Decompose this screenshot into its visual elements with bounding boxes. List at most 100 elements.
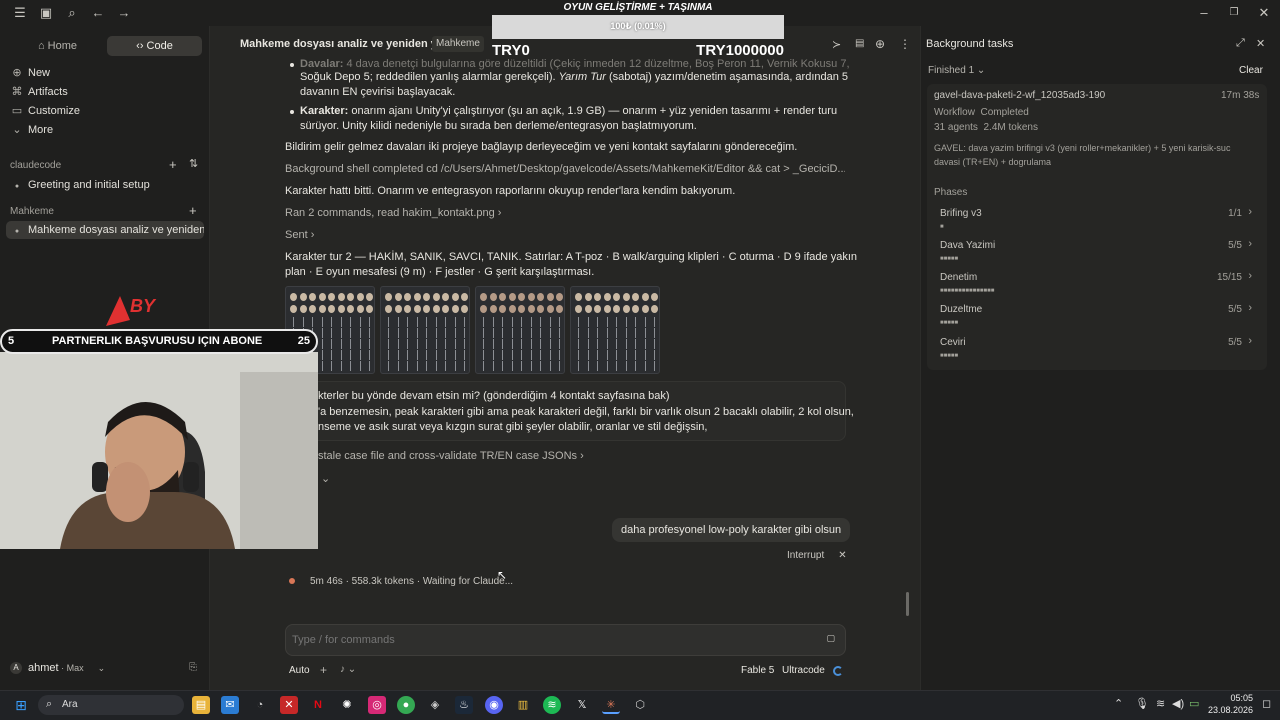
- menu-icon[interactable]: ☰: [12, 5, 28, 21]
- app-icon[interactable]: ▥: [514, 696, 532, 714]
- sidebar-item-session-active[interactable]: ● Mahkeme dosyası analiz ve yeniden ya: [6, 221, 204, 239]
- character-figure: [492, 361, 494, 371]
- outlook-icon[interactable]: ✉: [221, 696, 239, 714]
- character-figure: [549, 339, 551, 349]
- effort-selector[interactable]: Ultracode: [782, 665, 825, 676]
- spotify-icon[interactable]: ≋: [543, 696, 561, 714]
- file-explorer-icon[interactable]: ▤: [192, 696, 210, 714]
- character-head: [575, 293, 582, 301]
- sidebar-item-customize[interactable]: ▭ Customize: [10, 102, 80, 120]
- task-summary[interactable]: stale case file and cross-validate TR/EN…: [318, 449, 584, 464]
- phase-row[interactable]: Duzeltme 5/5 › ■■■■■: [932, 302, 1266, 332]
- interrupt-button[interactable]: Interrupt ✕: [787, 550, 847, 561]
- sidebar-item-more[interactable]: ⌄ More: [10, 121, 53, 139]
- clear-button[interactable]: Clear: [1239, 65, 1263, 76]
- settings-icon[interactable]: ⎘: [189, 662, 197, 673]
- battery-icon[interactable]: ▭: [1189, 697, 1199, 710]
- character-figure: [435, 361, 437, 371]
- character-figure: [511, 361, 513, 371]
- character-figure: [445, 339, 446, 349]
- chrome-icon[interactable]: ●: [397, 696, 415, 714]
- goal-progress-text: 100₺ (0.01%): [610, 21, 666, 31]
- search-icon[interactable]: ⌕: [64, 5, 80, 21]
- sent-summary[interactable]: Sent ›: [285, 228, 314, 243]
- microphone-icon[interactable]: ♪ ⌄: [340, 664, 356, 675]
- filter-icon[interactable]: ⇅: [189, 157, 198, 170]
- tab-home[interactable]: ⌂ Home: [10, 36, 105, 56]
- chevron-down-icon[interactable]: ⌄: [321, 472, 330, 485]
- clock-date[interactable]: 23.08.2026: [1203, 705, 1253, 715]
- back-icon[interactable]: ←: [90, 5, 106, 21]
- steam-icon[interactable]: ♨: [455, 696, 473, 714]
- more-icon[interactable]: ⋮: [899, 37, 911, 51]
- netflix-icon[interactable]: N: [309, 696, 327, 714]
- phase-row[interactable]: Brifing v3 1/1 › ■: [932, 206, 1266, 236]
- project-badge[interactable]: Mahkeme: [432, 36, 484, 52]
- scrollbar[interactable]: [906, 592, 909, 616]
- chevron-right-icon: ›: [1248, 238, 1252, 250]
- mode-selector[interactable]: Auto: [289, 665, 310, 676]
- wifi-icon[interactable]: ≋: [1156, 697, 1165, 710]
- speedometer-icon[interactable]: ◔: [251, 696, 269, 714]
- diff-icon[interactable]: ▤: [855, 38, 864, 49]
- add-attachment-icon[interactable]: +: [320, 663, 327, 677]
- instagram-icon[interactable]: ◎: [368, 696, 386, 714]
- forward-icon[interactable]: →: [116, 5, 132, 21]
- expand-icon[interactable]: ⤢: [1236, 37, 1245, 50]
- globe-icon[interactable]: ⊕: [875, 37, 885, 51]
- x-icon[interactable]: 𝕏: [573, 696, 591, 714]
- contact-sheet-thumbnail[interactable]: [475, 286, 565, 374]
- volume-icon[interactable]: ◀): [1172, 697, 1184, 710]
- phase-row[interactable]: Dava Yazimi 5/5 › ■■■■■: [932, 238, 1266, 268]
- restore-icon[interactable]: ❐: [1226, 5, 1242, 21]
- close-panel-icon[interactable]: ✕: [1256, 37, 1265, 50]
- character-figure: [644, 339, 646, 349]
- prompt-input[interactable]: [292, 631, 812, 649]
- character-head: [356, 305, 364, 313]
- claude-icon[interactable]: ✳: [602, 696, 620, 714]
- sidebar-item-session[interactable]: ● Greeting and initial setup: [10, 176, 150, 194]
- sidebar-toggle-icon[interactable]: ▣: [38, 5, 54, 21]
- unity-icon[interactable]: ⬡: [631, 696, 649, 714]
- terminal-icon[interactable]: ≻: [832, 38, 841, 51]
- discord-icon[interactable]: ◉: [485, 696, 503, 714]
- notification-icon[interactable]: ◻: [1262, 697, 1271, 710]
- character-figure: [407, 339, 408, 349]
- filter-dropdown[interactable]: Finished 1 ⌄: [928, 65, 985, 76]
- model-selector[interactable]: Fable 5: [741, 665, 774, 676]
- character-figure: [521, 328, 522, 338]
- tool-summary-text: Ran 2 commands, read hakim_kontakt.png: [285, 207, 495, 219]
- phase-name: Denetim: [940, 272, 978, 283]
- phase-row[interactable]: Denetim 15/15 › ■■■■■■■■■■■■■■■: [932, 270, 1266, 300]
- sidebar-item-artifacts[interactable]: ⌘ Artifacts: [10, 83, 68, 101]
- clock-time[interactable]: 05:05: [1213, 693, 1253, 703]
- character-figure: [331, 328, 332, 338]
- contact-sheet-thumbnail[interactable]: [570, 286, 660, 374]
- pdf-icon[interactable]: ✕: [280, 696, 298, 714]
- chatgpt-icon[interactable]: ✺: [338, 696, 356, 714]
- character-head: [603, 305, 611, 313]
- character-figure: [587, 317, 589, 327]
- phase-row[interactable]: Ceviri 5/5 › ■■■■■: [932, 335, 1266, 365]
- contact-sheet-thumbnail[interactable]: [380, 286, 470, 374]
- minimize-icon[interactable]: –: [1196, 5, 1212, 21]
- tab-code[interactable]: ‹› Code: [107, 36, 202, 56]
- close-icon[interactable]: ✕: [1256, 5, 1272, 21]
- stop-icon[interactable]: ▢: [826, 633, 835, 644]
- character-head: [508, 293, 516, 301]
- tray-chevron-up-icon[interactable]: ⌃: [1114, 697, 1123, 710]
- microphone-icon[interactable]: 🎙: [1135, 697, 1149, 710]
- character-head: [461, 305, 468, 313]
- interrupt-label: Interrupt: [787, 550, 825, 561]
- windows-start-icon[interactable]: ⊞: [12, 696, 30, 714]
- bullet-dot: [290, 63, 294, 67]
- avatar[interactable]: A: [10, 662, 22, 674]
- sidebar-item-new[interactable]: ⊕ New: [10, 64, 50, 82]
- app-icon[interactable]: ◈: [426, 696, 444, 714]
- add-session-icon[interactable]: +: [169, 157, 177, 172]
- taskbar-search[interactable]: ⌕ Ara: [38, 695, 184, 715]
- tool-summary[interactable]: Ran 2 commands, read hakim_kontakt.png ›: [285, 206, 501, 221]
- user-name[interactable]: ahmet · Max ⌄: [28, 662, 105, 674]
- add-session-icon[interactable]: +: [189, 203, 197, 218]
- shell-completed-line[interactable]: Background shell completed cd /c/Users/A…: [285, 162, 845, 177]
